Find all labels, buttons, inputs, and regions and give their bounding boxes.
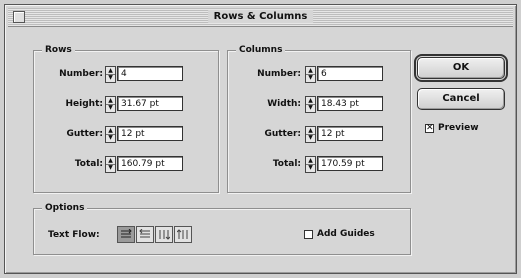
options-group: Options Text Flow: Add Guides [33,202,411,255]
columns-number-row: Number: ▲ ▼ 6 [228,66,410,83]
flow-rows-reverse-icon [139,229,150,238]
cancel-button[interactable]: Cancel [417,88,505,110]
title-bar[interactable]: Rows & Columns [8,8,513,27]
rows-height-row: Height: ▲ ▼ 31.67 pt [34,96,218,113]
add-guides-label[interactable]: Add Guides [317,228,375,240]
columns-gutter-stepper[interactable]: ▲ ▼ [305,126,316,143]
rows-total-field[interactable]: 160.79 pt [117,156,183,171]
rows-height-field[interactable]: 31.67 pt [117,96,183,111]
rows-number-row: Number: ▲ ▼ 4 [34,66,218,83]
flow-rows-icon [121,229,132,238]
stepper-down-icon[interactable]: ▼ [106,74,115,81]
text-flow-buttons [117,226,197,243]
rows-height-label: Height: [65,99,103,109]
text-flow-label: Text Flow: [48,230,100,240]
rows-gutter-row: Gutter: ▲ ▼ 12 pt [34,126,218,143]
rows-total-row: Total: ▲ ▼ 160.79 pt [34,156,218,173]
text-flow-columns-reverse-button[interactable] [174,226,192,243]
columns-width-row: Width: ▲ ▼ 18.43 pt [228,96,410,113]
preview-checkbox[interactable]: ✕ [425,124,434,133]
rows-group-label: Rows [42,44,75,56]
columns-number-stepper[interactable]: ▲ ▼ [305,66,316,83]
options-group-label: Options [42,202,88,214]
columns-gutter-label: Gutter: [264,129,301,139]
columns-width-stepper[interactable]: ▲ ▼ [305,96,316,113]
columns-total-field[interactable]: 170.59 pt [317,156,383,171]
rows-height-stepper[interactable]: ▲ ▼ [105,96,116,113]
text-flow-by-rows-button[interactable] [117,226,135,243]
columns-gutter-field[interactable]: 12 pt [317,126,383,141]
columns-total-label: Total: [272,159,301,169]
columns-number-label: Number: [257,69,301,79]
rows-group: Rows Number: ▲ ▼ 4 Height: ▲ ▼ 31.67 pt … [33,44,219,193]
stepper-down-icon[interactable]: ▼ [306,164,315,171]
text-flow-rows-reverse-button[interactable] [136,226,154,243]
rows-gutter-label: Gutter: [66,129,103,139]
stepper-down-icon[interactable]: ▼ [306,134,315,141]
rows-number-stepper[interactable]: ▲ ▼ [105,66,116,83]
close-box[interactable] [13,11,25,23]
columns-total-stepper[interactable]: ▲ ▼ [305,156,316,173]
columns-width-label: Width: [267,99,301,109]
columns-number-field[interactable]: 6 [317,66,383,81]
rows-total-stepper[interactable]: ▲ ▼ [105,156,116,173]
columns-gutter-row: Gutter: ▲ ▼ 12 pt [228,126,410,143]
columns-group-label: Columns [236,44,286,56]
columns-total-row: Total: ▲ ▼ 170.59 pt [228,156,410,173]
add-guides-checkbox[interactable] [304,230,313,239]
columns-width-field[interactable]: 18.43 pt [317,96,383,111]
stepper-down-icon[interactable]: ▼ [106,164,115,171]
rows-gutter-stepper[interactable]: ▲ ▼ [105,126,116,143]
flow-columns-reverse-icon [177,229,188,239]
rows-number-field[interactable]: 4 [117,66,183,81]
stepper-down-icon[interactable]: ▼ [106,134,115,141]
text-flow-by-columns-button[interactable] [155,226,173,243]
rows-total-label: Total: [74,159,103,169]
stepper-down-icon[interactable]: ▼ [306,74,315,81]
rows-gutter-field[interactable]: 12 pt [117,126,183,141]
stepper-down-icon[interactable]: ▼ [306,104,315,111]
columns-group: Columns Number: ▲ ▼ 6 Width: ▲ ▼ 18.43 p… [227,44,411,193]
ok-button[interactable]: OK [414,54,508,82]
rows-columns-dialog: Rows & Columns Rows Number: ▲ ▼ 4 Height… [4,4,517,274]
stepper-down-icon[interactable]: ▼ [106,104,115,111]
rows-number-label: Number: [59,69,103,79]
flow-columns-icon [159,230,170,240]
dialog-title: Rows & Columns [207,10,314,23]
preview-label[interactable]: Preview [438,122,479,134]
